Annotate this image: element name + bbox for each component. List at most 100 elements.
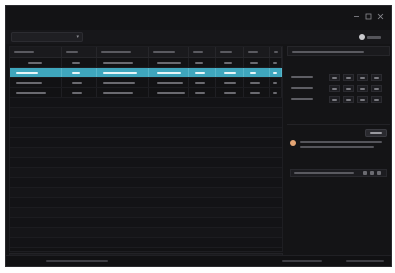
notice xyxy=(290,139,387,155)
tool-icon[interactable] xyxy=(377,171,381,175)
property-row xyxy=(287,94,390,105)
status-middle xyxy=(282,260,322,262)
table-row[interactable] xyxy=(10,78,282,88)
table-cell xyxy=(10,88,62,97)
property-value-field[interactable] xyxy=(357,85,368,92)
top-right-action-label xyxy=(367,35,381,39)
close-icon[interactable] xyxy=(376,12,385,21)
property-value-field[interactable] xyxy=(329,96,340,103)
table-cell xyxy=(97,58,149,67)
table-cell xyxy=(149,88,189,97)
table-cell xyxy=(62,68,98,77)
table-cell xyxy=(62,78,98,87)
table-cell xyxy=(216,58,245,67)
empty-row xyxy=(10,118,282,128)
table-cell xyxy=(10,58,62,67)
table-cell xyxy=(62,88,98,97)
table-cell xyxy=(10,78,62,87)
empty-row xyxy=(10,128,282,138)
column-header[interactable] xyxy=(216,47,245,57)
table-cell xyxy=(189,68,217,77)
status-bar xyxy=(6,255,391,266)
property-value-field[interactable] xyxy=(343,74,354,81)
table-row[interactable] xyxy=(10,88,282,98)
warning-icon xyxy=(290,140,296,146)
table-cell xyxy=(189,78,217,87)
empty-row xyxy=(10,98,282,108)
property-value-field[interactable] xyxy=(357,74,368,81)
status-left xyxy=(46,260,108,262)
table-cell xyxy=(216,78,245,87)
table-cell xyxy=(189,58,217,67)
empty-row xyxy=(10,228,282,238)
maximize-icon[interactable] xyxy=(364,12,373,21)
panel-divider xyxy=(287,124,390,125)
column-header[interactable] xyxy=(189,47,217,57)
property-label xyxy=(291,98,313,100)
table-cell xyxy=(149,68,189,77)
panel-mini-toolbar xyxy=(290,169,387,177)
empty-row xyxy=(10,108,282,118)
property-value-field[interactable] xyxy=(329,74,340,81)
property-value-field[interactable] xyxy=(343,96,354,103)
empty-row xyxy=(10,168,282,178)
column-header[interactable] xyxy=(244,47,271,57)
column-header[interactable] xyxy=(97,47,149,57)
chevron-down-icon: ▾ xyxy=(76,34,79,40)
view-select[interactable]: ▾ xyxy=(11,32,83,42)
table-cell xyxy=(97,88,149,97)
table-cell xyxy=(244,78,271,87)
empty-row xyxy=(10,138,282,148)
table-cell xyxy=(97,68,149,77)
property-row xyxy=(287,72,390,83)
column-header[interactable] xyxy=(270,47,282,57)
status-right xyxy=(346,260,384,262)
table-body xyxy=(10,58,282,248)
table-cell xyxy=(97,78,149,87)
table-cell xyxy=(189,88,217,97)
property-label xyxy=(291,76,313,78)
notice-line xyxy=(300,141,382,143)
table-cell xyxy=(62,58,98,67)
status-dot-icon xyxy=(359,34,365,40)
column-header[interactable] xyxy=(62,47,98,57)
properties-panel xyxy=(287,46,390,252)
notice-line xyxy=(300,146,374,148)
panel-action-button[interactable] xyxy=(365,129,387,137)
table-cell xyxy=(216,68,245,77)
toolbar: ▾ xyxy=(6,30,391,44)
empty-row xyxy=(10,198,282,208)
panel-header xyxy=(287,46,390,56)
column-header[interactable] xyxy=(10,47,62,57)
table-cell xyxy=(270,78,282,87)
property-value-field[interactable] xyxy=(357,96,368,103)
table-cell xyxy=(149,78,189,87)
empty-row xyxy=(10,188,282,198)
property-value-field[interactable] xyxy=(329,85,340,92)
app-window: ▾ ▸ xyxy=(5,5,392,267)
table-row[interactable] xyxy=(10,58,282,68)
title-bar xyxy=(6,6,391,31)
property-value-field[interactable] xyxy=(371,96,382,103)
table-cell xyxy=(216,88,245,97)
property-value-field[interactable] xyxy=(371,85,382,92)
property-label xyxy=(291,87,313,89)
minimize-icon[interactable] xyxy=(352,12,361,21)
empty-row xyxy=(10,218,282,228)
table-cell xyxy=(244,58,271,67)
table-cell xyxy=(149,58,189,67)
property-value-field[interactable] xyxy=(343,85,354,92)
empty-row xyxy=(10,178,282,188)
top-right-action[interactable] xyxy=(359,32,385,42)
table-cell xyxy=(270,58,282,67)
empty-row xyxy=(10,158,282,168)
property-value-field[interactable] xyxy=(371,74,382,81)
tool-icon[interactable] xyxy=(363,171,367,175)
property-row xyxy=(287,83,390,94)
empty-row xyxy=(10,148,282,158)
table-row[interactable] xyxy=(10,68,282,78)
table-cell xyxy=(270,68,282,77)
data-table xyxy=(9,46,283,252)
tool-icon[interactable] xyxy=(370,171,374,175)
column-header[interactable] xyxy=(149,47,189,57)
